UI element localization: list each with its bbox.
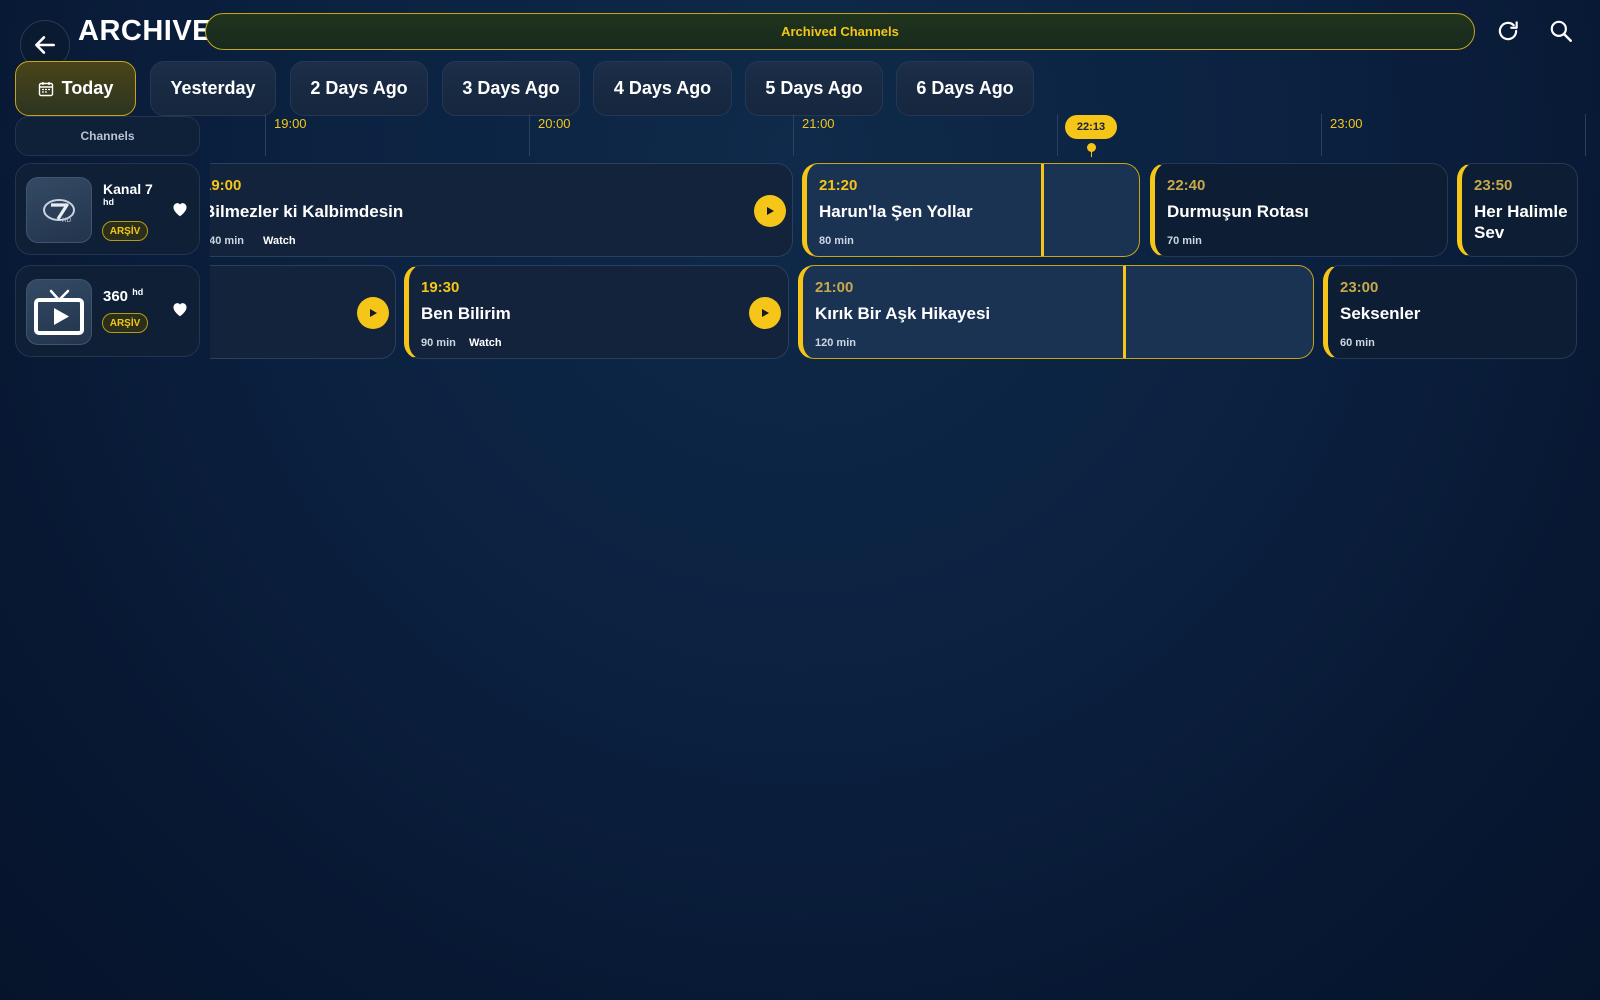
- search-icon[interactable]: [1548, 18, 1574, 44]
- channels-column-header: Channels: [15, 116, 200, 156]
- program-title: Kırık Bir Aşk Hikayesi: [815, 304, 991, 323]
- program-cell[interactable]: [210, 265, 396, 359]
- heart-icon[interactable]: [171, 301, 189, 317]
- calendar-icon: [38, 81, 53, 96]
- tab-3-days-ago[interactable]: 3 Days Ago: [442, 61, 580, 116]
- program-time: 19:30: [421, 279, 460, 296]
- now-time-badge: 22:13: [1065, 115, 1117, 139]
- archive-badge: ARŞİV: [102, 221, 148, 241]
- tick-19: [265, 114, 266, 156]
- play-icon: [370, 309, 377, 317]
- program-title: Bilmezler ki Kalbimdesin: [210, 202, 404, 221]
- archive-badge: ARŞİV: [102, 313, 148, 333]
- program-duration: 90 min: [421, 337, 456, 349]
- program-cell[interactable]: 23:50 Her Halimle Sev: [1457, 163, 1578, 257]
- watch-label: Watch: [469, 337, 502, 349]
- svg-text:HD: HD: [62, 217, 72, 224]
- program-title: Ben Bilirim: [421, 304, 511, 323]
- now-indicator-line: [1091, 151, 1092, 157]
- program-time: 23:50: [1474, 177, 1513, 194]
- tv-play-icon: [26, 279, 92, 345]
- tab-label: 6 Days Ago: [916, 78, 1014, 98]
- channel-card-kanal7[interactable]: HD Kanal 7 hd ARŞİV: [15, 163, 200, 255]
- tab-label: 5 Days Ago: [765, 78, 863, 98]
- channel-name: Kanal 7: [103, 181, 153, 197]
- tick-20: [529, 114, 530, 156]
- program-cell[interactable]: 23:00 Seksenler 60 min: [1323, 265, 1577, 359]
- channel-card-360[interactable]: 360 hd ARŞİV: [15, 265, 200, 357]
- program-title: Durmuşun Rotası: [1167, 202, 1309, 221]
- tab-yesterday[interactable]: Yesterday: [150, 61, 276, 116]
- tab-label: Today: [61, 78, 114, 98]
- tab-4-days-ago[interactable]: 4 Days Ago: [593, 61, 732, 116]
- tab-2-days-ago[interactable]: 2 Days Ago: [290, 61, 428, 116]
- tab-label: 4 Days Ago: [613, 78, 712, 98]
- tab-6-days-ago[interactable]: 6 Days Ago: [896, 61, 1034, 116]
- heart-icon[interactable]: [171, 201, 189, 217]
- play-icon: [767, 207, 774, 215]
- tick-21: [793, 114, 794, 156]
- tick-label: 21:00: [802, 116, 835, 131]
- program-time: 21:20: [819, 177, 858, 194]
- play-button[interactable]: [357, 297, 389, 329]
- program-progress-line: [1123, 266, 1126, 358]
- program-title: Her Halimle Sev: [1474, 202, 1568, 242]
- program-progress-line: [1041, 164, 1044, 256]
- tab-label: Yesterday: [170, 78, 256, 98]
- program-title: Harun'la Şen Yollar: [819, 202, 973, 221]
- channel-name: 360 hd: [103, 287, 144, 305]
- tick-22: [1057, 114, 1058, 156]
- kanal7-logo-icon: HD: [26, 177, 92, 243]
- program-time: 23:00: [1340, 279, 1379, 296]
- program-duration: 120 min: [815, 337, 856, 349]
- tick-24: [1585, 114, 1586, 156]
- program-duration: 140 min: [210, 235, 244, 247]
- program-title: Seksenler: [1340, 304, 1421, 323]
- program-duration: 80 min: [819, 235, 854, 247]
- play-button[interactable]: [749, 297, 781, 329]
- watch-label: Watch: [263, 235, 296, 247]
- tab-5-days-ago[interactable]: 5 Days Ago: [745, 61, 883, 116]
- program-cell[interactable]: 19:00 Bilmezler ki Kalbimdesin 140 min W…: [210, 163, 793, 257]
- program-duration: 60 min: [1340, 337, 1375, 349]
- tab-label: 3 Days Ago: [462, 78, 560, 98]
- program-time: 19:00: [210, 177, 242, 194]
- channel-quality: hd: [132, 287, 144, 297]
- program-cell[interactable]: 22:40 Durmuşun Rotası 70 min: [1150, 163, 1448, 257]
- program-time: 21:00: [815, 279, 854, 296]
- tick-23: [1321, 114, 1322, 156]
- channel-quality: hd: [103, 197, 114, 207]
- page-title: ARCHIVE: [78, 15, 213, 47]
- archived-channels-bar[interactable]: Archived Channels: [205, 13, 1475, 50]
- program-duration: 70 min: [1167, 235, 1202, 247]
- tab-label: 2 Days Ago: [310, 78, 408, 98]
- archived-channels-label: Archived Channels: [781, 24, 899, 39]
- tab-today[interactable]: Today: [15, 61, 136, 116]
- tick-label: 19:00: [274, 116, 307, 131]
- tick-label: 23:00: [1330, 116, 1363, 131]
- refresh-icon[interactable]: [1495, 18, 1521, 44]
- play-icon: [762, 309, 769, 317]
- tick-label: 20:00: [538, 116, 571, 131]
- program-cell[interactable]: 19:30 Ben Bilirim 90 min Watch: [404, 265, 789, 359]
- program-cell-current[interactable]: 21:20 Harun'la Şen Yollar 80 min: [802, 163, 1140, 257]
- arrow-left-icon: [35, 36, 55, 54]
- play-button[interactable]: [754, 195, 786, 227]
- program-cell-current[interactable]: 21:00 Kırık Bir Aşk Hikayesi 120 min: [798, 265, 1314, 359]
- program-time: 22:40: [1167, 177, 1206, 194]
- program-grid: 19:00 Bilmezler ki Kalbimdesin 140 min W…: [210, 158, 1600, 363]
